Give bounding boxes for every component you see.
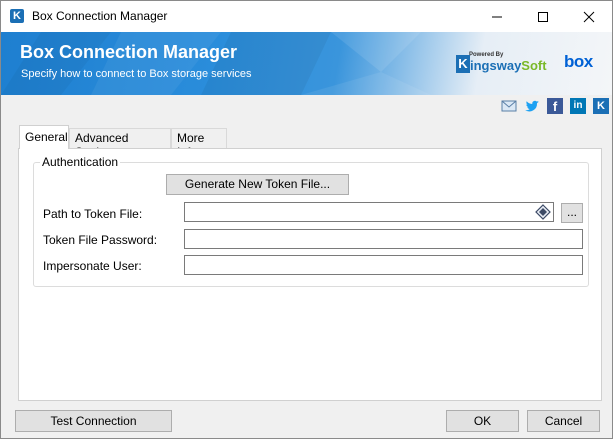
kingswaysoft-site-icon[interactable]: K [593,98,609,114]
box-logo: box [564,52,593,71]
banner-title: Box Connection Manager [20,42,238,62]
facebook-icon[interactable]: f [547,98,563,114]
token-file-path-input[interactable] [184,202,554,222]
email-icon[interactable] [501,98,517,114]
minimize-button[interactable] [474,1,520,32]
tab-advanced-settings[interactable]: Advanced Settings [69,128,171,159]
connection-manager-window: K Box Connection Manager Box Connection … [0,0,613,439]
kingsway-app-icon: K [10,9,24,23]
kingsway-wordmark: ingswaySoft [470,58,547,73]
maximize-button[interactable] [520,1,566,32]
tab-more-info[interactable]: More Info [171,128,227,159]
kingsway-soft: Soft [521,58,547,73]
generate-token-file-button[interactable]: Generate New Token File... [166,174,349,195]
impersonate-user-input[interactable] [184,255,583,275]
close-icon [583,11,595,23]
token-file-password-input[interactable] [184,229,583,249]
kingswaysoft-logo: Powered By K ingswaySoft [456,52,574,78]
header-banner: Box Connection Manager Specify how to co… [1,32,612,95]
banner-subtitle: Specify how to connect to Box storage se… [21,68,252,80]
path-to-token-file-label: Path to Token File: [43,207,143,221]
kingsway-name: ingsway [470,58,522,73]
test-connection-button[interactable]: Test Connection [15,410,172,432]
token-file-password-label: Token File Password: [43,233,158,247]
close-button[interactable] [566,1,612,32]
tab-general[interactable]: General [19,125,69,149]
minimize-icon [492,16,502,18]
ok-button[interactable]: OK [446,410,519,432]
variable-diamond-icon[interactable] [535,204,551,220]
authentication-group-label: Authentication [42,155,119,169]
browse-button[interactable]: ... [561,203,583,223]
window-title: Box Connection Manager [32,9,168,23]
impersonate-user-label: Impersonate User: [43,259,142,273]
kingsway-k-mark: K [456,55,470,73]
cancel-button[interactable]: Cancel [527,410,600,432]
linkedin-icon[interactable]: in [570,98,586,114]
twitter-icon[interactable] [524,98,540,114]
maximize-icon [538,12,548,22]
title-bar: K Box Connection Manager [1,1,612,32]
